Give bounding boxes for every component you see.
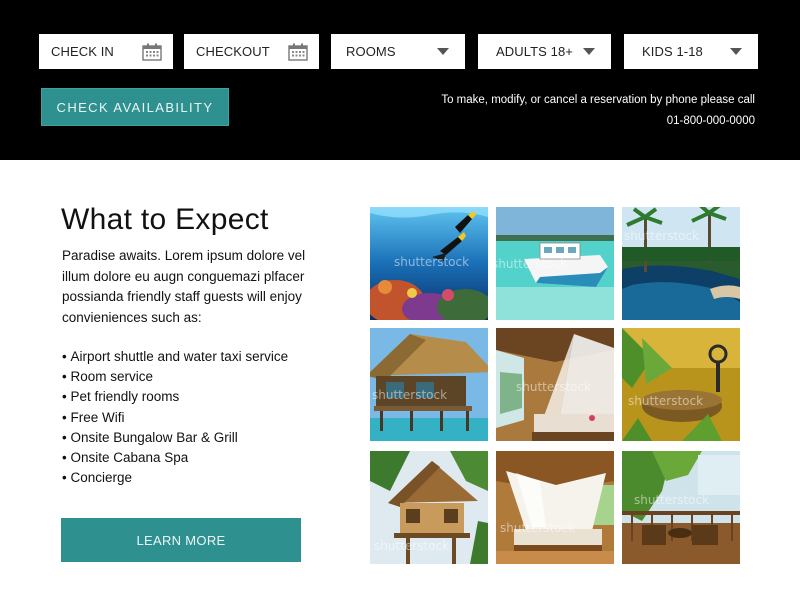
bamboo-treehouse-photo[interactable]: shutterstock [370,451,488,564]
bamboo-basket-decor-photo[interactable]: shutterstock [622,328,740,441]
list-item: Onsite Bungalow Bar & Grill [62,428,288,448]
phone-number[interactable]: 01-800-000-0000 [441,111,755,132]
boat-photo-image [496,207,614,320]
checkout-field[interactable]: CHECKOUT [184,34,319,69]
page-title: What to Expect [61,203,269,236]
adults-label: ADULTS 18+ [496,44,573,59]
phone-note-text: To make, modify, or cancel a reservation… [441,94,755,106]
list-item: Room service [62,367,288,387]
underwater-diver-coral-photo[interactable]: shutterstock [370,207,488,320]
chevron-down-icon[interactable] [437,48,449,55]
list-item: Onsite Cabana Spa [62,448,288,468]
intro-paragraph: Paradise awaits. Lorem ipsum dolore vel … [62,248,306,325]
check-in-field[interactable]: CHECK IN [39,34,173,69]
rooms-label: ROOMS [346,44,396,59]
thatched-overwater-hut-photo[interactable]: shutterstock [370,328,488,441]
terrace-chairs-greenery-photo[interactable]: shutterstock [622,451,740,564]
bungalow-bed-mosquito-net-photo[interactable]: shutterstock [496,328,614,441]
resort-pool-palms-photo[interactable]: shutterstock [622,207,740,320]
boat-turquoise-water-photo[interactable]: shutterstock [496,207,614,320]
basket-photo-image [622,328,740,441]
canopy-bed-photo-image [496,451,614,564]
canopy-bed-thatched-room-photo[interactable]: shutterstock [496,451,614,564]
amenities-list: Airport shuttle and water taxi service R… [62,347,288,488]
list-item: Pet friendly rooms [62,387,288,407]
phone-reservation-note: To make, modify, or cancel a reservation… [441,90,755,132]
photo-gallery: shutterstock shutterstock shutterstock s… [370,207,740,564]
check-in-label: CHECK IN [51,44,114,59]
pool-photo-image [622,207,740,320]
learn-more-button[interactable]: LEARN MORE [61,518,301,562]
underwater-photo-image [370,207,488,320]
chevron-down-icon[interactable] [730,48,742,55]
bed-net-photo-image [496,328,614,441]
calendar-icon[interactable] [288,43,308,61]
terrace-photo-image [622,451,740,564]
chevron-down-icon[interactable] [583,48,595,55]
kids-select[interactable]: KIDS 1-18 [624,34,758,69]
list-item: Airport shuttle and water taxi service [62,347,288,367]
adults-select[interactable]: ADULTS 18+ [478,34,611,69]
check-availability-button[interactable]: CHECK AVAILABILITY [41,88,229,126]
booking-bar: CHECK IN CHECKOUT ROOMS ADULTS 18+ KIDS … [0,0,800,160]
calendar-icon[interactable] [142,43,162,61]
kids-label: KIDS 1-18 [642,44,703,59]
list-item: Free Wifi [62,408,288,428]
rooms-select[interactable]: ROOMS [331,34,465,69]
hut-photo-image [370,328,488,441]
treehouse-photo-image [370,451,488,564]
list-item: Concierge [62,468,288,488]
checkout-label: CHECKOUT [196,44,270,59]
